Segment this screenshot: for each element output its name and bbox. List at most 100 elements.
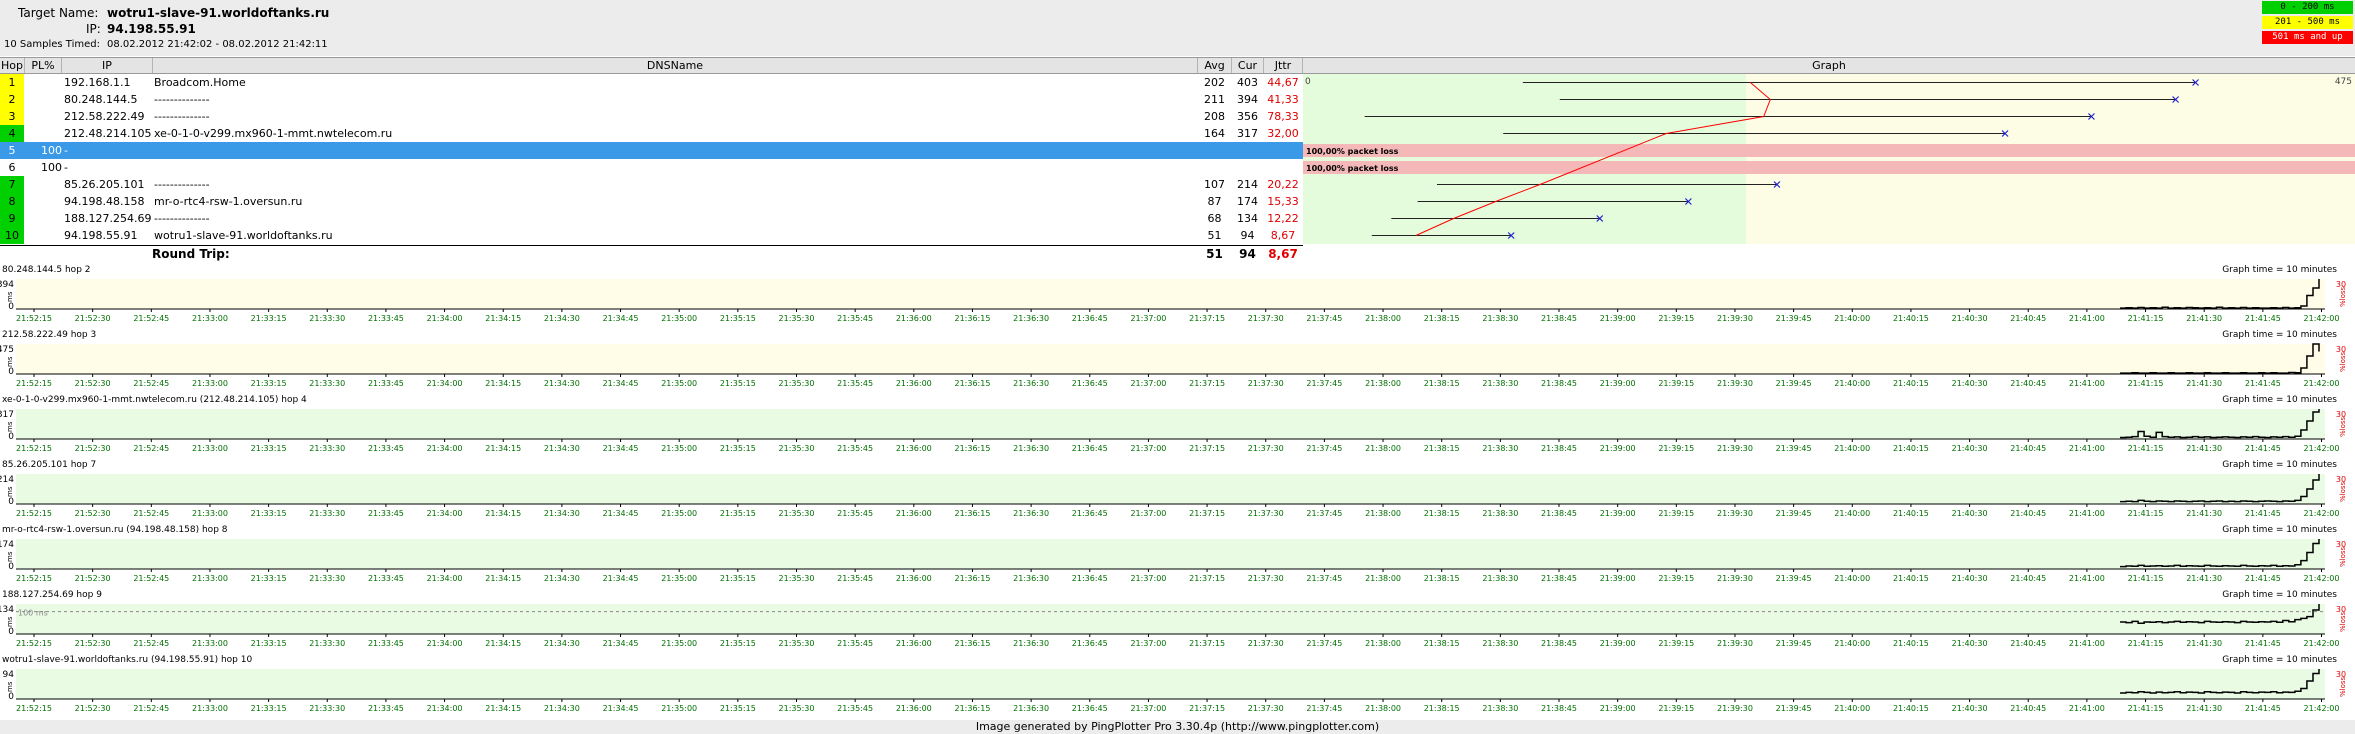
time-tick-label: 21:33:45 [368,444,404,453]
col-pl[interactable]: PL% [25,58,62,73]
col-cur[interactable]: Cur [1232,58,1264,73]
time-tick-label: 21:36:15 [954,704,990,713]
time-tick-label: 21:33:15 [251,639,287,648]
time-tick-label: 21:33:30 [309,509,345,518]
time-tick-label: 21:42:00 [2304,704,2340,713]
time-tick-label: 21:36:15 [954,574,990,583]
time-tick-label: 21:37:30 [1248,314,1284,323]
time-tick-label: 21:38:30 [1482,444,1518,453]
cur-cell: 356 [1237,110,1258,123]
time-tick-label: 21:37:30 [1248,509,1284,518]
cur-cell: 94 [1240,229,1255,242]
time-tick-label: 21:38:00 [1365,639,1401,648]
table-row[interactable]: 2 80.248.144.5 -------------- 211 394 41,33 [0,91,1303,108]
strip-max-value: 94 [3,670,15,680]
time-tick-label: 21:36:00 [896,314,932,323]
time-tick-label: 21:35:45 [837,444,873,453]
time-tick-label: 21:33:30 [309,379,345,388]
jttr-cell: 41,33 [1267,93,1299,106]
legend-item-red: 501 ms and up [2262,31,2353,44]
time-tick-label: 21:35:30 [779,574,815,583]
time-tick-label: 21:37:15 [1189,704,1225,713]
time-tick-label: 21:38:15 [1424,704,1460,713]
time-tick-label: 21:34:15 [485,379,521,388]
dns-cell: xe-0-1-0-v299.mx960-1-mmt.nwtelecom.ru [154,127,393,140]
time-tick-label: 21:40:45 [2010,314,2046,323]
strip-zero: 0 [8,692,14,702]
time-tick-label: 21:39:30 [1717,379,1753,388]
time-tick-label: 21:37:15 [1189,639,1225,648]
time-tick-label: 21:38:45 [1541,314,1577,323]
time-tick-label: 21:33:15 [251,314,287,323]
time-tick-label: 21:38:15 [1424,574,1460,583]
time-tick-label: 21:39:00 [1600,314,1636,323]
col-jttr[interactable]: Jttr [1264,58,1303,73]
time-tick-label: 21:35:00 [661,639,697,648]
time-tick-label: 21:33:45 [368,509,404,518]
table-row[interactable]: 9 188.127.254.69 -------------- 68 134 12,22 [0,210,1303,227]
timeline-strip: 188.127.254.69 hop 9 Graph time = 10 minu… [0,590,2355,655]
time-tick-label: 21:39:15 [1658,379,1694,388]
col-graph[interactable]: Graph [1303,58,2355,73]
time-tick-label: 21:40:15 [1893,314,1929,323]
table-row[interactable]: 3 212.58.222.49 -------------- 208 356 78,33 [0,108,1303,125]
jttr-cell: 12,22 [1267,212,1299,225]
time-tick-label: 21:34:30 [544,574,580,583]
time-tick-label: 21:34:30 [544,444,580,453]
time-tick-label: 21:38:45 [1541,509,1577,518]
time-tick-label: 21:37:45 [1306,639,1342,648]
time-tick-label: 21:40:45 [2010,639,2046,648]
time-tick-label: 21:41:00 [2069,314,2105,323]
footer-credit: Image generated by PingPlotter Pro 3.30.… [0,720,2355,734]
time-tick-label: 21:37:30 [1248,639,1284,648]
trace-table: Hop PL% IP DNSName Avg Cur Jttr Graph 11… [0,57,2355,263]
time-tick-label: 21:40:30 [1952,444,1988,453]
time-tick-label: 21:35:00 [661,704,697,713]
strip-max-value: 134 [0,605,14,615]
table-row[interactable]: 7 85.26.205.101 -------------- 107 214 20,22 [0,176,1303,193]
table-row[interactable]: 8 94.198.48.158 mr-o-rtc4-rsw-1.oversun.ru… [0,193,1303,210]
table-row[interactable]: 4 212.48.214.105 xe-0-1-0-v299.mx960-1-mmt… [0,125,1303,142]
time-tick-label: 21:34:00 [427,639,463,648]
avg-cell: 164 [1204,127,1225,140]
col-dns[interactable]: DNSName [153,58,1198,73]
time-tick-label: 21:34:45 [603,639,639,648]
time-tick-label: 21:33:00 [192,704,228,713]
dns-cell: -------------- [154,212,210,225]
time-tick-label: 21:34:15 [485,704,521,713]
time-tick-label: 21:52:15 [16,509,52,518]
time-tick-label: 21:39:45 [1776,444,1812,453]
ms-axis-label: ms [6,291,14,302]
time-tick-label: 21:35:15 [720,509,756,518]
col-hop[interactable]: Hop [0,58,25,73]
time-tick-label: 21:36:30 [1013,639,1049,648]
round-trip-avg: 51 [1206,247,1223,261]
table-row[interactable]: 5 100- [0,142,1303,159]
col-ip[interactable]: IP [62,58,153,73]
time-tick-label: 21:41:15 [2128,444,2164,453]
dns-cell: mr-o-rtc4-rsw-1.oversun.ru [154,195,303,208]
ip-cell: 212.48.214.105 [64,127,152,140]
time-tick-label: 21:52:15 [16,444,52,453]
time-tick-label: 21:41:15 [2128,314,2164,323]
col-avg[interactable]: Avg [1198,58,1232,73]
time-tick-label: 21:33:30 [309,314,345,323]
cur-cell: 134 [1237,212,1258,225]
time-tick-label: 21:37:30 [1248,704,1284,713]
time-tick-label: 21:36:45 [1072,574,1108,583]
time-tick-label: 21:37:00 [1130,704,1166,713]
strip-chart: 475 0ms 21:52:15 21:52:30 21:52:45 21:33:00 21… [0,343,2347,388]
time-tick-label: 21:52:45 [133,574,169,583]
time-tick-label: 21:39:30 [1717,444,1753,453]
time-tick-label: 21:40:45 [2010,704,2046,713]
ms-axis-label: ms [6,486,14,497]
time-tick-label: 21:39:15 [1658,574,1694,583]
table-row[interactable]: 1 192.168.1.1 Broadcom.Home 202 403 44,67 [0,74,1303,91]
table-row[interactable]: 10 94.198.55.91 wotru1-slave-91.worldoftan… [0,227,1303,244]
time-tick-label: 21:37:45 [1306,509,1342,518]
time-tick-label: 21:33:15 [251,444,287,453]
target-name-label: Target Name: [18,6,99,20]
table-row[interactable]: 6 100- [0,159,1303,176]
time-tick-label: 21:42:00 [2304,509,2340,518]
time-tick-label: 21:37:00 [1130,314,1166,323]
